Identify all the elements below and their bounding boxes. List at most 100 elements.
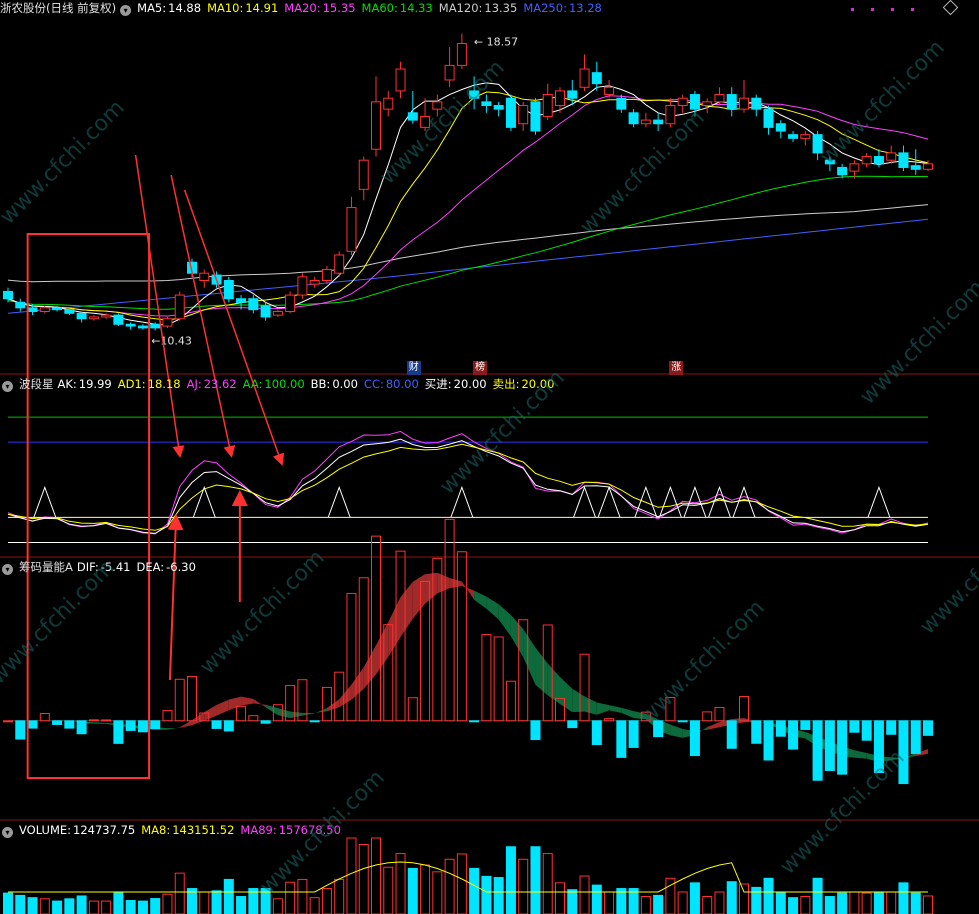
energy-bar <box>52 720 63 725</box>
volume-bar <box>211 890 222 914</box>
energy-area <box>363 645 376 689</box>
candle-body <box>444 64 455 81</box>
candle-body <box>358 159 369 190</box>
energy-bar <box>150 720 161 730</box>
volume-bar <box>604 891 615 914</box>
candle-body <box>162 318 173 327</box>
energy-bar <box>726 720 737 749</box>
indicator-value: 100.00 <box>264 377 305 391</box>
energy-bar <box>886 720 897 735</box>
energy-bar <box>714 706 725 722</box>
annotation-arrow <box>183 189 285 466</box>
ma60-line <box>7 175 929 310</box>
dropdown-icon[interactable]: ▾ <box>2 564 13 575</box>
energy-bar <box>236 705 247 722</box>
candle-body <box>321 269 332 281</box>
energy-bar <box>223 720 234 732</box>
event-tag[interactable]: 财 <box>406 361 421 375</box>
energy-bar <box>493 636 504 722</box>
volume-indicator-list: VOLUME: 124737.75 MA8: 143151.52 MA89: 157678… <box>19 823 347 837</box>
volume-bar <box>52 900 63 914</box>
candle-body <box>174 294 185 320</box>
volume-bar <box>125 900 136 914</box>
energy-area <box>449 577 462 589</box>
indicator-label: VOLUME: <box>19 823 72 837</box>
energy-bar <box>616 720 627 758</box>
volume-bar <box>591 884 602 914</box>
energy-bar <box>800 720 811 730</box>
energy-area <box>474 590 487 609</box>
chip-panel-title: 筹码量能A <box>19 560 73 574</box>
volume-bar <box>76 895 87 914</box>
energy-bar <box>456 551 467 722</box>
energy-bar <box>27 720 38 729</box>
candle-body <box>923 163 933 170</box>
indicator-label: 卖出: <box>492 377 520 391</box>
candle-body <box>15 301 26 309</box>
volume-bar <box>788 897 799 914</box>
event-tag[interactable]: 涨 <box>669 361 684 375</box>
candle-body <box>518 105 529 125</box>
indicator-label: BB: <box>310 377 331 391</box>
volume-bar <box>39 898 50 914</box>
candle-body <box>910 165 921 170</box>
candle-body <box>616 97 627 110</box>
volume-bar <box>27 897 38 914</box>
volume-bar <box>456 853 467 914</box>
energy-bar <box>591 720 602 746</box>
candle-body <box>751 97 762 110</box>
candle-body <box>837 166 848 176</box>
energy-bar <box>677 720 688 723</box>
energy-area <box>425 572 438 604</box>
dot-icon <box>871 8 874 11</box>
candle-body <box>677 97 688 107</box>
volume-bar <box>162 893 173 914</box>
dropdown-icon[interactable]: ▾ <box>2 827 13 838</box>
volume-bar <box>371 837 381 914</box>
annotation-arrow <box>134 154 185 458</box>
volume-bar <box>199 891 210 914</box>
energy-area <box>486 596 499 620</box>
dropdown-icon[interactable]: ▾ <box>120 5 132 16</box>
candle-body <box>861 156 872 165</box>
energy-bar <box>137 720 148 733</box>
signal-triangle <box>867 485 891 518</box>
high-price-label: ← 18.57 <box>474 36 518 49</box>
energy-area <box>400 581 413 637</box>
candle-body <box>371 101 381 150</box>
energy-bar <box>567 720 578 729</box>
signal-triangle <box>732 485 756 518</box>
energy-bar <box>763 720 774 761</box>
wave-indicator-list: AK: 19.99 AD1: 18.18 AJ: 23.62 AA: 100.00 BB: 0.0… <box>58 377 561 391</box>
energy-bar <box>604 718 615 722</box>
energy-bar <box>211 720 222 729</box>
energy-area <box>277 708 291 719</box>
volume-bar <box>334 878 345 914</box>
volume-bar <box>150 898 161 914</box>
indicator-value: 80.00 <box>385 377 419 391</box>
energy-bar <box>505 680 516 722</box>
energy-area <box>326 699 340 712</box>
candle-body <box>702 101 713 106</box>
candle-body <box>567 90 578 99</box>
volume-bar <box>923 895 933 914</box>
volume-bar <box>555 882 565 914</box>
energy-area <box>584 696 597 715</box>
candle-body <box>27 307 38 312</box>
dot-icon <box>911 8 914 11</box>
energy-area <box>854 750 867 759</box>
volume-bar <box>469 867 480 914</box>
candle-body <box>248 298 259 311</box>
volume-bar <box>518 858 529 914</box>
signal-triangle <box>33 485 57 518</box>
energy-area <box>388 597 401 657</box>
volume-bar <box>420 864 431 914</box>
indicator-label: AA: <box>242 377 263 391</box>
energy-bar <box>481 634 492 722</box>
dropdown-icon[interactable]: ▾ <box>2 381 13 392</box>
volume-bar <box>702 896 713 914</box>
candle-body <box>199 272 210 282</box>
energy-bar <box>923 720 933 736</box>
event-tag[interactable]: 榜 <box>473 361 488 375</box>
volume-bar <box>800 896 811 914</box>
